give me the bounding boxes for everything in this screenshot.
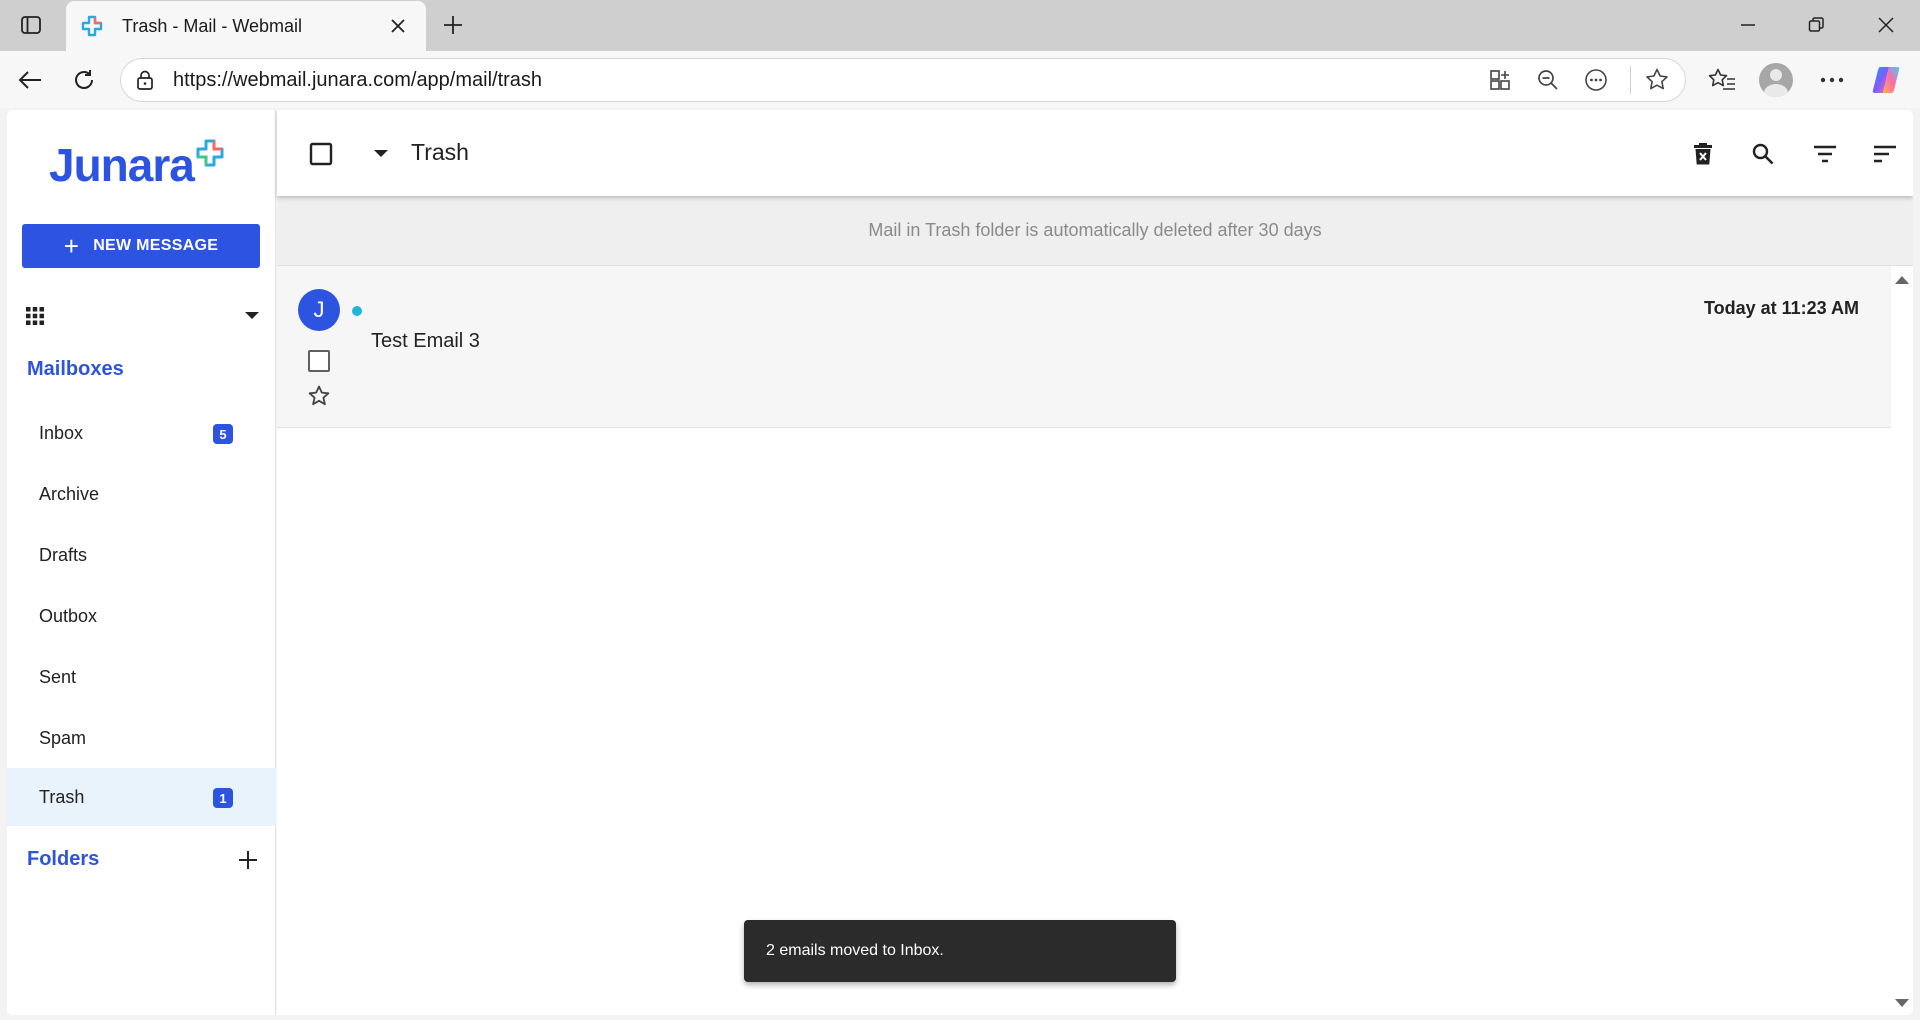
restore-icon[interactable] bbox=[1794, 8, 1838, 42]
mailbox-label: Trash bbox=[39, 786, 85, 807]
junara-logo[interactable]: Junara bbox=[49, 139, 225, 191]
apps-dropdown-caret-icon[interactable] bbox=[245, 312, 259, 320]
email-date: Today at 11:23 AM bbox=[1703, 298, 1859, 318]
split-screen-icon[interactable] bbox=[1480, 62, 1520, 98]
tab-actions-icon[interactable] bbox=[18, 12, 44, 38]
email-subject[interactable]: Test Email 3 bbox=[371, 330, 480, 353]
apps-switcher[interactable] bbox=[25, 296, 259, 336]
mail-list-pane: Trash Mail in Trash folder is automatica… bbox=[277, 110, 1913, 1015]
add-folder-icon[interactable] bbox=[232, 844, 264, 876]
unread-count-badge: 1 bbox=[213, 788, 233, 808]
favorite-star-icon[interactable] bbox=[1637, 62, 1677, 98]
select-all-checkbox[interactable] bbox=[303, 136, 339, 172]
new-tab-icon[interactable] bbox=[438, 10, 468, 40]
folders-title[interactable]: Folders bbox=[27, 848, 99, 871]
zoom-out-icon[interactable] bbox=[1528, 62, 1568, 98]
sender-avatar[interactable]: J bbox=[298, 289, 340, 331]
mailbox-label: Spam bbox=[39, 727, 87, 748]
email-list-item[interactable]: J Test Email 3 Today at 11:23 AM bbox=[277, 266, 1891, 428]
mailboxes-title[interactable]: Mailboxes bbox=[27, 358, 124, 381]
folder-title: Trash bbox=[411, 139, 469, 165]
copilot-icon[interactable] bbox=[1866, 61, 1906, 99]
browser-titlebar: Trash - Mail - Webmail bbox=[0, 0, 1920, 51]
email-select-checkbox[interactable] bbox=[308, 350, 330, 372]
junara-favicon-icon bbox=[80, 14, 104, 38]
browser-tab-active[interactable]: Trash - Mail - Webmail bbox=[66, 1, 426, 51]
profile-avatar-icon[interactable] bbox=[1756, 61, 1796, 99]
mailbox-item-sent[interactable]: Sent bbox=[7, 648, 276, 706]
select-options-caret-icon[interactable] bbox=[363, 136, 399, 172]
filter-icon[interactable] bbox=[1807, 136, 1843, 172]
close-window-icon[interactable] bbox=[1864, 8, 1908, 42]
mailbox-label: Outbox bbox=[39, 605, 98, 626]
logo-text: Junara bbox=[49, 139, 195, 191]
mailbox-label: Sent bbox=[39, 666, 77, 687]
mailbox-item-drafts[interactable]: Drafts bbox=[7, 526, 276, 584]
mailbox-item-spam[interactable]: Spam bbox=[7, 709, 276, 767]
mailbox-label: Archive bbox=[39, 483, 100, 504]
snackbar-message: 2 emails moved to Inbox. bbox=[766, 942, 944, 959]
sidebar: Junara + NEW MESSAGE Mailboxes Inbox 5 A… bbox=[7, 110, 276, 1015]
address-divider bbox=[1630, 66, 1631, 94]
browser-toolbar: https://webmail.junara.com/app/mail/tras… bbox=[0, 51, 1920, 108]
new-message-button[interactable]: + NEW MESSAGE bbox=[22, 224, 260, 268]
apps-grid-icon[interactable] bbox=[25, 306, 45, 326]
scroll-up-arrow-icon[interactable] bbox=[1895, 276, 1909, 284]
url-text[interactable]: https://webmail.junara.com/app/mail/tras… bbox=[173, 69, 1480, 92]
favorites-list-icon[interactable] bbox=[1702, 61, 1742, 99]
unread-count-badge: 5 bbox=[213, 424, 233, 444]
snackbar-toast: 2 emails moved to Inbox. bbox=[744, 920, 1176, 982]
new-message-label: NEW MESSAGE bbox=[93, 237, 219, 254]
plus-icon: + bbox=[63, 231, 80, 261]
mail-toolbar: Trash bbox=[277, 110, 1913, 196]
mail-list-scrollbar[interactable] bbox=[1891, 266, 1913, 1015]
more-tools-icon[interactable] bbox=[1576, 62, 1616, 98]
mailbox-item-outbox[interactable]: Outbox bbox=[7, 587, 276, 645]
close-tab-icon[interactable] bbox=[384, 12, 412, 40]
back-icon[interactable] bbox=[12, 63, 48, 97]
mailbox-item-trash[interactable]: Trash 1 bbox=[7, 768, 276, 826]
address-bar[interactable]: https://webmail.junara.com/app/mail/tras… bbox=[120, 58, 1686, 102]
scroll-down-arrow-icon[interactable] bbox=[1895, 999, 1909, 1007]
mailbox-item-inbox[interactable]: Inbox 5 bbox=[7, 404, 276, 462]
refresh-icon[interactable] bbox=[66, 63, 102, 97]
star-icon[interactable] bbox=[305, 382, 333, 410]
trash-retention-notice: Mail in Trash folder is automatically de… bbox=[277, 196, 1913, 266]
unread-indicator bbox=[352, 306, 362, 316]
empty-trash-icon[interactable] bbox=[1685, 136, 1721, 172]
sort-icon[interactable] bbox=[1867, 136, 1903, 172]
mailbox-label: Drafts bbox=[39, 544, 88, 565]
tab-title: Trash - Mail - Webmail bbox=[122, 15, 303, 36]
logo-cross-icon bbox=[195, 138, 225, 168]
search-icon[interactable] bbox=[1745, 136, 1781, 172]
minimize-icon[interactable] bbox=[1726, 8, 1770, 42]
webmail-app: Junara + NEW MESSAGE Mailboxes Inbox 5 A… bbox=[7, 110, 1913, 1015]
mailbox-item-archive[interactable]: Archive bbox=[7, 465, 276, 523]
lock-icon[interactable] bbox=[133, 68, 157, 92]
mailbox-label: Inbox bbox=[39, 422, 84, 443]
settings-more-icon[interactable] bbox=[1812, 61, 1852, 99]
